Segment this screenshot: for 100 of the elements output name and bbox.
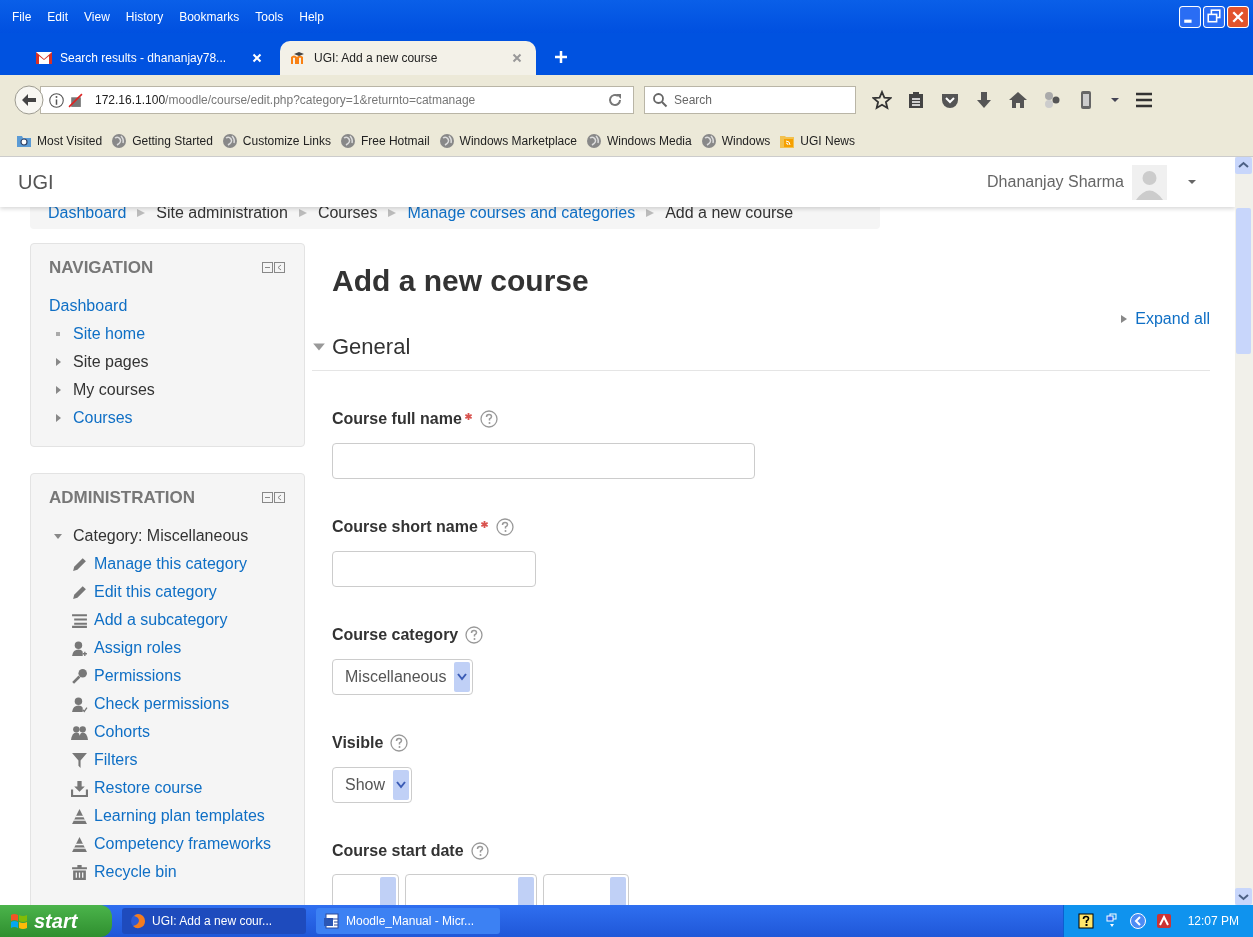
scroll-thumb[interactable] xyxy=(1236,208,1251,354)
search-field[interactable]: Search xyxy=(644,86,856,114)
admin-link[interactable]: Cohorts xyxy=(94,718,151,746)
pencil-icon xyxy=(71,583,88,601)
field-label: Course short name xyxy=(332,518,478,536)
admin-link[interactable]: Learning plan templates xyxy=(94,802,265,830)
admin-link[interactable]: Assign roles xyxy=(94,634,182,662)
breadcrumb-item[interactable]: Manage courses and categories xyxy=(407,204,636,222)
expand-icon[interactable] xyxy=(53,385,63,395)
taskbar-window[interactable]: Moodle_Manual - Micr... xyxy=(316,908,500,934)
taskbar-window[interactable]: UGI: Add a new cour... xyxy=(122,908,306,934)
admin-link[interactable]: Add a subcategory xyxy=(94,606,228,634)
globe-icon xyxy=(221,132,238,149)
bookmark[interactable]: UGI News xyxy=(779,132,856,149)
bookmark[interactable]: Windows xyxy=(700,132,771,149)
menu-item[interactable]: Bookmarks xyxy=(179,9,240,24)
menu-icon[interactable] xyxy=(1134,90,1154,110)
home-icon[interactable] xyxy=(1008,90,1028,110)
bookmark[interactable]: Most Visited xyxy=(16,132,103,149)
list-icon xyxy=(71,611,88,629)
menu-item[interactable]: Help xyxy=(299,9,324,24)
clipboard-icon[interactable] xyxy=(906,90,926,110)
pyramid-icon xyxy=(71,807,88,825)
admin-link[interactable]: Check permissions xyxy=(94,690,230,718)
nav-item[interactable]: Courses xyxy=(73,404,133,432)
admin-link[interactable]: Competency frameworks xyxy=(94,830,271,858)
nav-item[interactable]: Category: Miscellaneous xyxy=(73,522,249,550)
bookmark[interactable]: Free Hotmail xyxy=(339,132,430,149)
caret-icon[interactable] xyxy=(1187,179,1197,185)
people-icon xyxy=(71,723,88,741)
breadcrumb-item[interactable]: Dashboard xyxy=(48,204,127,222)
bookmark[interactable]: Getting Started xyxy=(111,132,213,149)
user-name[interactable]: Dhananjay Sharma xyxy=(987,173,1124,191)
help-icon[interactable] xyxy=(1077,913,1094,929)
breadcrumb-item: Courses xyxy=(317,204,378,222)
minimize-icon[interactable] xyxy=(1179,5,1201,28)
menu-item[interactable]: Tools xyxy=(255,9,284,24)
block-controls-icon[interactable] xyxy=(262,492,286,504)
person-icon xyxy=(71,695,88,713)
caret-icon[interactable] xyxy=(1110,95,1120,105)
menu-item[interactable]: View xyxy=(84,9,110,24)
text-field[interactable] xyxy=(332,551,536,587)
expand-all-link[interactable]: Expand all xyxy=(1119,310,1210,328)
search-icon xyxy=(652,92,668,108)
info-icon[interactable] xyxy=(49,92,64,108)
page-title: Add a new course xyxy=(332,263,590,299)
nav-link[interactable]: Dashboard xyxy=(49,292,286,320)
nav-item[interactable]: My courses xyxy=(73,376,155,404)
back-icon[interactable] xyxy=(14,85,44,115)
bookmark[interactable]: Windows Media xyxy=(585,132,692,149)
person-icon xyxy=(71,639,88,657)
address-field[interactable]: 172.16.1.100/moodle/course/edit.php?category=1&returnto=catmanage xyxy=(40,86,634,114)
menu-item[interactable]: History xyxy=(125,9,164,24)
expand-icon[interactable] xyxy=(53,531,63,541)
admin-link[interactable]: Recycle bin xyxy=(94,858,177,886)
block-title: NAVIGATION xyxy=(49,258,154,278)
nav-item[interactable]: Site pages xyxy=(73,348,149,376)
scroll-up-icon[interactable] xyxy=(1235,157,1252,174)
browser-tab[interactable]: Search results - dhananjay78... xyxy=(26,41,276,75)
blocked-content-icon[interactable] xyxy=(68,92,83,108)
scroll-down-icon[interactable] xyxy=(1235,888,1252,905)
download-icon[interactable] xyxy=(974,90,994,110)
bookmark[interactable]: Windows Marketplace xyxy=(438,132,577,149)
admin-link[interactable]: Edit this category xyxy=(94,578,217,606)
block-controls-icon[interactable] xyxy=(262,262,286,274)
key-icon xyxy=(71,667,88,685)
star-icon[interactable] xyxy=(872,90,892,110)
bookmark[interactable]: Customize Links xyxy=(221,132,331,149)
clock: 12:07 PM xyxy=(1187,914,1239,928)
block-title: ADMINISTRATION xyxy=(49,488,196,508)
start-button[interactable]: start xyxy=(0,905,112,937)
globe-icon xyxy=(438,132,455,149)
admin-link[interactable]: Manage this category xyxy=(94,550,247,578)
chevron-icon[interactable] xyxy=(1129,913,1146,929)
molecule-icon[interactable] xyxy=(1042,90,1062,110)
admin-link[interactable]: Restore course xyxy=(94,774,203,802)
expand-icon[interactable] xyxy=(53,413,63,423)
reload-icon[interactable] xyxy=(607,92,623,108)
admin-link[interactable]: Filters xyxy=(94,746,138,774)
restore-icon[interactable] xyxy=(1203,5,1225,28)
nav-item[interactable]: Site home xyxy=(73,320,146,348)
dropdown[interactable]: Show xyxy=(332,767,413,803)
trash-icon xyxy=(71,863,88,881)
restore-icon[interactable] xyxy=(1103,913,1120,929)
expand-icon[interactable] xyxy=(53,357,63,367)
browser-tab[interactable]: UGI: Add a new course xyxy=(280,41,536,75)
text-field[interactable] xyxy=(332,443,755,479)
pyramid-icon xyxy=(71,835,88,853)
admin-link[interactable]: Permissions xyxy=(94,662,182,690)
globe-icon xyxy=(585,132,602,149)
scrollbar[interactable] xyxy=(1235,157,1253,905)
site-name[interactable]: UGI xyxy=(18,170,54,194)
menu-item[interactable]: File xyxy=(12,9,32,24)
field-label: Course category xyxy=(332,626,459,644)
section-title[interactable]: General xyxy=(332,334,411,360)
app-icon[interactable] xyxy=(1155,913,1172,929)
dropdown[interactable]: Miscellaneous xyxy=(332,659,474,695)
new-tab-icon[interactable] xyxy=(554,50,568,64)
bullet-icon xyxy=(53,329,63,339)
menu-item[interactable]: Edit xyxy=(47,9,69,24)
